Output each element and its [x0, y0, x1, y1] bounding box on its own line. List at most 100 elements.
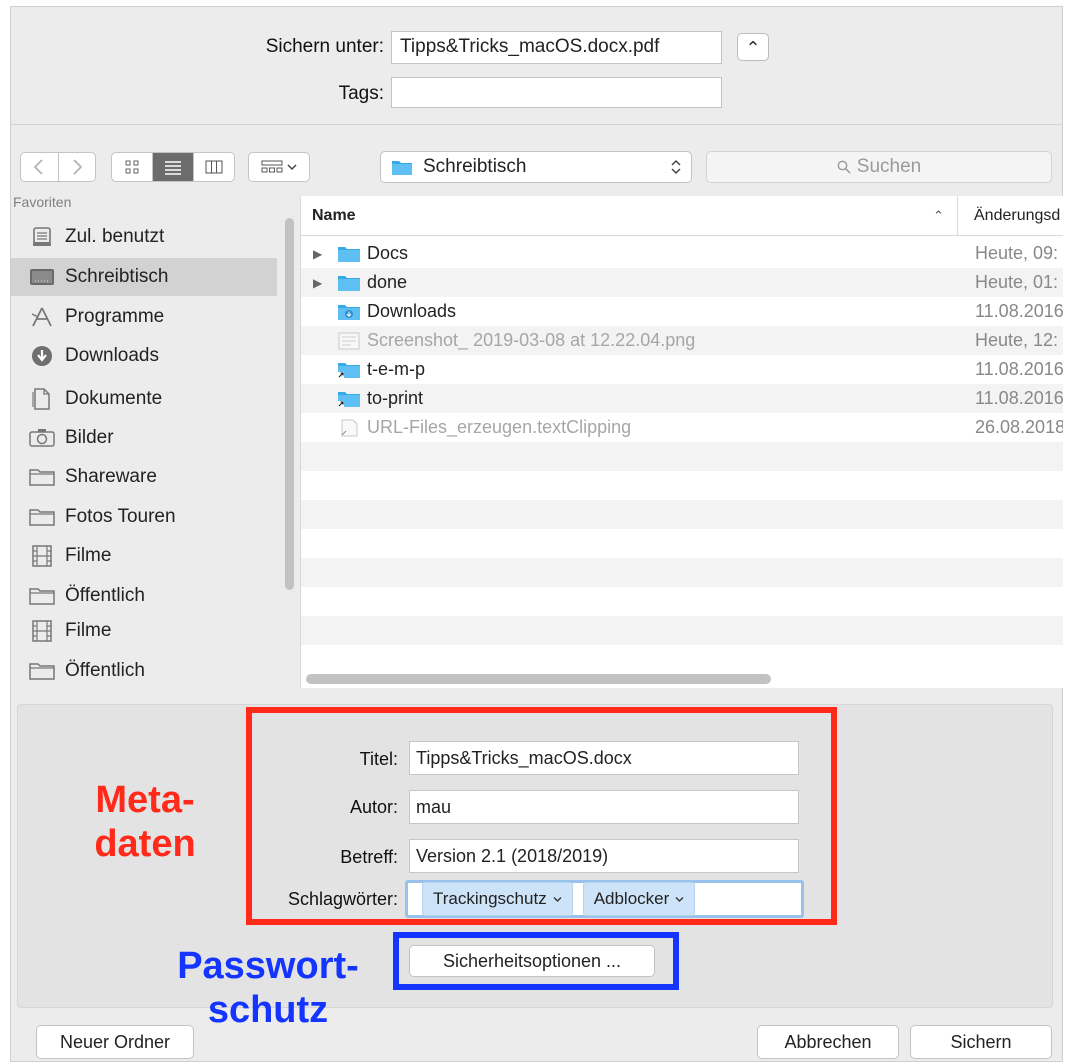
sidebar-item-recents[interactable]: Zul. benutzt [11, 218, 277, 256]
file-date: Heute, 01: [975, 272, 1059, 292]
new-folder-button[interactable]: Neuer Ordner [36, 1025, 194, 1059]
file-name: t-e-m-p [367, 359, 425, 379]
list-view-button[interactable] [151, 153, 194, 181]
file-row[interactable]: to-print 11.08.2016 [301, 384, 1063, 413]
sidebar-item-label: Filme [65, 620, 112, 641]
divider [11, 124, 1063, 125]
sidebar-item-label: Schreibtisch [65, 266, 169, 287]
file-row[interactable]: Screenshot_ 2019-03-08 at 12.22.04.png H… [301, 326, 1063, 355]
file-name: Docs [367, 243, 409, 263]
chevron-right-icon [73, 159, 83, 175]
sidebar-item-applications[interactable]: Programme [11, 298, 277, 336]
sidebar-item-fotos-touren[interactable]: Fotos Touren [11, 498, 277, 536]
camera-icon [27, 426, 57, 450]
downloads-icon [27, 344, 57, 368]
sidebar-item-label: Programme [65, 306, 165, 327]
columns-icon [205, 160, 223, 174]
keyword-token[interactable]: Trackingschutz [422, 882, 573, 916]
file-date: 11.08.2016 [975, 388, 1063, 408]
file-date: 11.08.2016 [975, 301, 1063, 321]
sidebar-item-label: Filme [65, 545, 112, 566]
film-icon [27, 619, 57, 643]
save-as-label: Sichern unter: [265, 36, 384, 57]
applications-icon [27, 305, 57, 329]
sidebar-item-pictures[interactable]: Bilder [11, 419, 277, 457]
file-row[interactable]: ▶ Docs Heute, 09: [301, 239, 1063, 268]
sidebar-item-movies[interactable]: Filme [11, 537, 277, 575]
folder-icon [337, 274, 367, 292]
collapse-button[interactable]: ⌃ [737, 33, 769, 61]
empty-row [301, 500, 1063, 529]
downloads-folder-icon [337, 303, 367, 321]
folder-icon [27, 584, 57, 608]
sidebar-item-public-2[interactable]: Öffentlich [11, 652, 277, 688]
file-name: Downloads [367, 301, 457, 321]
back-button[interactable] [21, 153, 58, 181]
filename-field[interactable]: Tipps&Tricks_macOS.docx.pdf [391, 31, 722, 64]
sort-ascending-icon: ⌃ [933, 208, 944, 223]
annotation-metadata: Meta- daten [60, 778, 230, 866]
author-field[interactable]: mau [409, 790, 799, 824]
keyword-token-label: Adblocker [593, 889, 670, 908]
sidebar-item-documents[interactable]: Dokumente [11, 380, 277, 418]
sidebar-scrollbar[interactable] [285, 218, 294, 590]
recents-icon [27, 225, 57, 249]
file-name: done [367, 272, 408, 292]
annotation-password: Passwort- schutz [150, 944, 386, 1032]
empty-row [301, 471, 1063, 500]
search-field[interactable]: Suchen [706, 151, 1052, 183]
file-date: 11.08.2016 [975, 359, 1063, 379]
chevron-up-icon: ⌃ [745, 38, 761, 58]
file-row[interactable]: t-e-m-p 11.08.2016 [301, 355, 1063, 384]
keyword-token[interactable]: Adblocker [582, 882, 696, 916]
column-name-header[interactable]: Name [312, 207, 356, 225]
sidebar-item-label: Öffentlich [65, 585, 145, 606]
sidebar-header: Favoriten [13, 196, 72, 210]
security-options-button[interactable]: Sicherheitsoptionen ... [409, 945, 655, 977]
horizontal-scrollbar[interactable] [306, 674, 771, 684]
save-button[interactable]: Sichern [910, 1025, 1052, 1059]
author-label: Autor: [349, 797, 398, 817]
keyword-token-label: Trackingschutz [433, 889, 547, 908]
sidebar-item-public[interactable]: Öffentlich [11, 577, 277, 615]
tags-field[interactable] [391, 77, 722, 108]
search-icon [837, 160, 851, 174]
file-row[interactable]: ▶ done Heute, 01: [301, 268, 1063, 297]
sidebar-item-desktop[interactable]: Schreibtisch [11, 258, 277, 296]
tags-label: Tags: [338, 83, 384, 104]
folder-icon [337, 245, 367, 263]
keywords-field[interactable]: Trackingschutz Adblocker [405, 880, 804, 918]
column-date-header[interactable]: Änderungsd [974, 207, 1060, 225]
forward-button[interactable] [57, 153, 96, 181]
location-popup[interactable]: Schreibtisch [380, 151, 692, 183]
sidebar-item-shareware[interactable]: Shareware [11, 458, 277, 496]
location-label: Schreibtisch [423, 156, 527, 177]
file-date: Heute, 09: [975, 243, 1059, 263]
arrange-button[interactable] [248, 152, 310, 182]
cancel-button[interactable]: Abbrechen [757, 1025, 899, 1059]
annotation-line: daten [94, 823, 196, 865]
clipping-file-icon [337, 419, 367, 437]
icon-view-button[interactable] [112, 153, 152, 181]
sidebar-item-movies-2[interactable]: Filme [11, 612, 277, 650]
sidebar-item-label: Downloads [65, 345, 159, 366]
column-divider [957, 196, 958, 236]
sidebar-item-label: Shareware [65, 466, 157, 487]
disclosure-triangle-icon[interactable]: ▶ [301, 247, 337, 261]
title-field[interactable]: Tipps&Tricks_macOS.docx [409, 741, 799, 775]
file-row[interactable]: Downloads 11.08.2016 [301, 297, 1063, 326]
sidebar-item-label: Zul. benutzt [65, 226, 165, 247]
subject-field[interactable]: Version 2.1 (2018/2019) [409, 839, 799, 873]
sidebar: Favoriten Zul. benutzt Schreibtisch Prog… [11, 196, 300, 688]
folder-icon [27, 659, 57, 683]
list-icon [165, 161, 181, 175]
file-row[interactable]: URL-Files_erzeugen.textClipping 26.08.20… [301, 413, 1063, 442]
disclosure-triangle-icon[interactable]: ▶ [301, 276, 337, 290]
sidebar-item-downloads[interactable]: Downloads [11, 337, 277, 375]
arrange-icon [261, 160, 283, 173]
file-name: to-print [367, 388, 424, 408]
file-name: URL-Files_erzeugen.textClipping [367, 417, 632, 437]
empty-row [301, 587, 1063, 616]
column-view-button[interactable] [193, 153, 234, 181]
empty-row [301, 529, 1063, 558]
